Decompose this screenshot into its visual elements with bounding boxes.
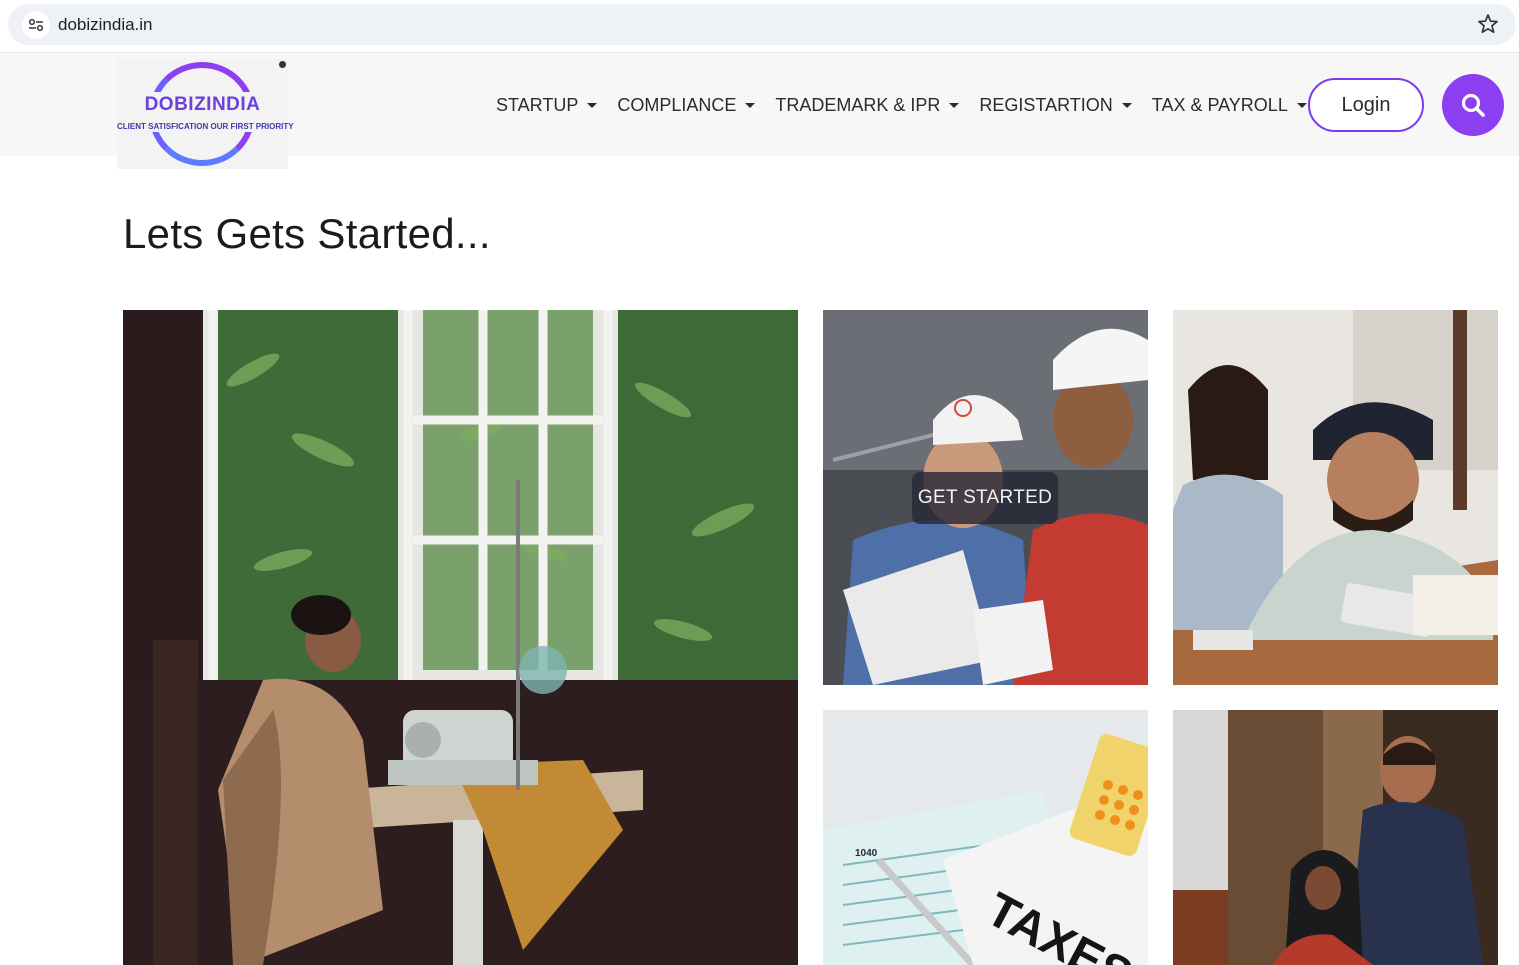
- caret-down-icon: [1121, 103, 1132, 108]
- browser-toolbar: dobizindia.in: [0, 0, 1519, 53]
- bookmark-star-icon[interactable]: [1476, 12, 1500, 36]
- caret-down-icon: [949, 103, 960, 108]
- registered-mark-icon: [279, 61, 286, 68]
- login-button[interactable]: Login: [1308, 78, 1424, 132]
- nav-label: STARTUP: [496, 94, 579, 115]
- url-text[interactable]: dobizindia.in: [58, 15, 153, 35]
- nav-label: TAX & PAYROLL: [1151, 94, 1288, 115]
- logo-tagline: CLIENT SATISFICATION OUR FIRST PRIORITY: [117, 122, 294, 131]
- address-bar[interactable]: dobizindia.in: [8, 4, 1516, 45]
- caret-down-icon: [745, 103, 756, 108]
- nav-compliance[interactable]: COMPLIANCE: [617, 94, 756, 116]
- get-started-button[interactable]: GET STARTED: [912, 472, 1058, 524]
- nav-tax-payroll[interactable]: TAX & PAYROLL: [1152, 95, 1307, 116]
- tax-form-number: 1040: [855, 848, 878, 859]
- search-icon: [1461, 93, 1485, 117]
- nav-label: TRADEMARK & IPR: [775, 94, 941, 115]
- site-logo[interactable]: DOBIZINDIA CLIENT SATISFICATION OUR FIRS…: [117, 58, 294, 169]
- search-button[interactable]: [1442, 74, 1504, 136]
- logo-name: DOBIZINDIA: [144, 94, 261, 115]
- nav-startup[interactable]: STARTUP: [496, 94, 598, 116]
- nav-registration[interactable]: REGISTARTION: [979, 94, 1132, 116]
- image-tile-taxes[interactable]: 1040 TAXES: [823, 710, 1148, 965]
- main-nav: STARTUP COMPLIANCE TRADEMARK & IPR REGIS…: [496, 94, 1327, 116]
- caret-down-icon: [587, 103, 598, 108]
- nav-label: REGISTARTION: [979, 94, 1113, 115]
- caret-down-icon: [1296, 103, 1307, 108]
- image-tile-sewing[interactable]: [123, 310, 798, 965]
- image-tile-couple-finance[interactable]: [1173, 310, 1498, 685]
- nav-label: COMPLIANCE: [617, 94, 737, 115]
- image-tile-business-meeting[interactable]: [1173, 710, 1498, 965]
- nav-trademark-ipr[interactable]: TRADEMARK & IPR: [775, 94, 960, 116]
- page-title: Lets Gets Started...: [123, 210, 491, 257]
- site-info-icon[interactable]: [22, 11, 50, 39]
